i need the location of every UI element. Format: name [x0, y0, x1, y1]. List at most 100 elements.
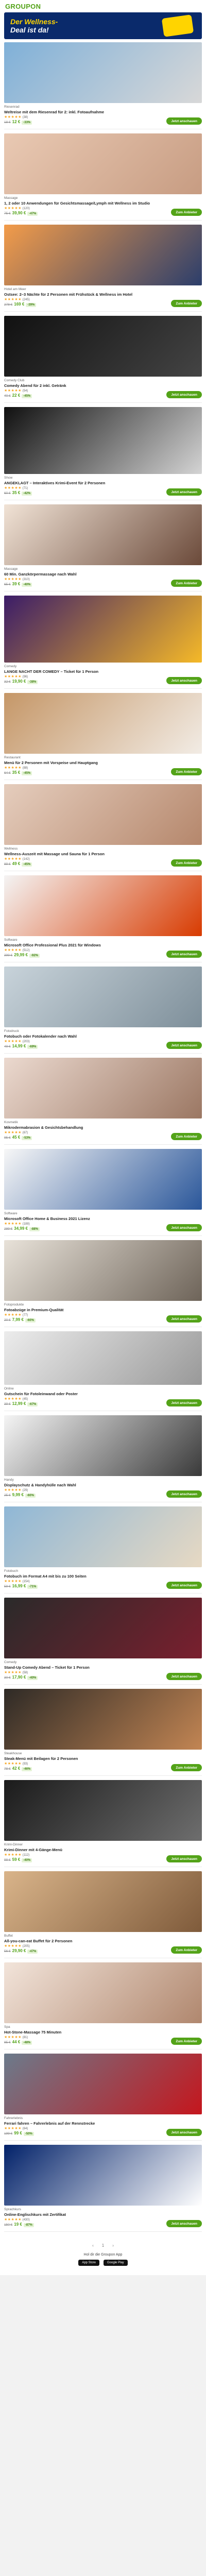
deal-image[interactable] — [4, 407, 202, 474]
deal-cta-button[interactable]: Jetzt anschauen — [166, 677, 202, 684]
deal-image[interactable] — [4, 504, 202, 565]
deal-cta-button[interactable]: Zum Anbieter — [171, 1133, 202, 1140]
deal-cta-button[interactable]: Zum Anbieter — [171, 1764, 202, 1771]
deal-card[interactable]: Software Microsoft Office Professional Pl… — [4, 875, 202, 962]
deal-card[interactable]: Fahrerlebnis Ferrari fahren – Fahrerlebni… — [4, 2054, 202, 2140]
deal-title[interactable]: LANGE NACHT DER COMEDY – Ticket für 1 Pe… — [4, 669, 202, 674]
deal-image[interactable] — [4, 133, 202, 194]
deal-image[interactable] — [4, 1058, 202, 1118]
deal-cta-button[interactable]: Zum Anbieter — [171, 209, 202, 216]
deal-image[interactable] — [4, 596, 202, 663]
deal-image[interactable] — [4, 693, 202, 754]
deal-cta-button[interactable]: Jetzt anschauen — [166, 2220, 202, 2227]
deal-cta-button[interactable]: Jetzt anschauen — [166, 488, 202, 496]
deal-card[interactable]: Riesenrad Weltreise mit dem Riesenrad für… — [4, 42, 202, 129]
deal-card[interactable]: Comedy Club Comedy Abend für 2 inkl. Getr… — [4, 316, 202, 402]
deal-image[interactable] — [4, 1331, 202, 1385]
deal-card[interactable]: Software Microsoft Office Home & Business… — [4, 1149, 202, 1235]
deal-cta-button[interactable]: Jetzt anschauen — [166, 1042, 202, 1049]
deal-image[interactable] — [4, 875, 202, 936]
deal-title[interactable]: Mikrodermabrasion & Gesichtsbehandlung — [4, 1125, 202, 1130]
deal-title[interactable]: Ferrari fahren – Fahrerlebnis auf der Re… — [4, 2121, 202, 2126]
deal-title[interactable]: All-you-can-eat Buffet für 2 Personen — [4, 1939, 202, 1943]
deal-image[interactable] — [4, 1689, 202, 1750]
deal-title[interactable]: ANGEKLAGT – Interaktives Krimi-Event für… — [4, 481, 202, 485]
deal-title[interactable]: Steak-Menü mit Beilagen für 2 Personen — [4, 1756, 202, 1761]
deal-image[interactable] — [4, 784, 202, 845]
deal-cta-button[interactable]: Jetzt anschauen — [166, 2129, 202, 2136]
deal-cta-button[interactable]: Zum Anbieter — [171, 300, 202, 307]
deal-cta-button[interactable]: Zum Anbieter — [171, 1946, 202, 1954]
deal-title[interactable]: Ostsee: 2–3 Nächte für 2 Personen mit Fr… — [4, 292, 202, 297]
deal-card[interactable]: Wellness Wellness-Auszeit mit Massage und… — [4, 784, 202, 871]
deal-card[interactable]: Spa Hot-Stone-Massage 75 Minuten ★★★★★ (81… — [4, 1962, 202, 2049]
deal-card[interactable]: Fotobuch Fotobuch im Format A4 mit bis zu… — [4, 1506, 202, 1593]
deal-card[interactable]: Comedy Stand-Up Comedy Abend – Ticket für… — [4, 1598, 202, 1684]
deal-card[interactable]: Kosmetik Mikrodermabrasion & Gesichtsbeha… — [4, 1058, 202, 1144]
deal-title[interactable]: Fotobuch oder Fotokalender nach Wahl — [4, 1034, 202, 1039]
deal-card[interactable]: Fotoprodukte Fotoabzüge in Premium-Qualit… — [4, 1240, 202, 1327]
deal-cta-button[interactable]: Jetzt anschauen — [166, 1582, 202, 1589]
deal-image[interactable] — [4, 225, 202, 285]
deal-title[interactable]: Stand-Up Comedy Abend – Ticket für 1 Per… — [4, 1665, 202, 1670]
hero-banner[interactable]: Der Wellness- Deal ist da! — [4, 12, 202, 39]
deal-cta-button[interactable]: Jetzt anschauen — [166, 1855, 202, 1862]
deal-card[interactable]: Buffet All-you-can-eat Buffet für 2 Perso… — [4, 1871, 202, 1958]
deal-image[interactable] — [4, 1871, 202, 1932]
deal-card[interactable]: Massage 60 Min. Ganzkörpermassage nach Wa… — [4, 504, 202, 591]
deal-cta-button[interactable]: Jetzt anschauen — [166, 951, 202, 958]
deal-title[interactable]: 1, 2 oder 10 Anwendungen für Gesichtsmas… — [4, 201, 202, 206]
deal-image[interactable] — [4, 1506, 202, 1567]
deal-title[interactable]: Microsoft Office Professional Plus 2021 … — [4, 943, 202, 947]
deal-card[interactable]: Online Gutschein für Fotoleinwand oder Po… — [4, 1331, 202, 1411]
deal-card[interactable]: Hotel am Meer Ostsee: 2–3 Nächte für 2 Pe… — [4, 225, 202, 311]
deal-image[interactable] — [4, 1415, 202, 1476]
deal-cta-button[interactable]: Zum Anbieter — [171, 2038, 202, 2045]
deal-card[interactable]: Handy Displayschutz & Handyhülle nach Wah… — [4, 1415, 202, 1502]
deal-title[interactable]: 60 Min. Ganzkörpermassage nach Wahl — [4, 572, 202, 577]
deal-image[interactable] — [4, 1598, 202, 1658]
deal-card[interactable]: Comedy LANGE NACHT DER COMEDY – Ticket fü… — [4, 596, 202, 688]
deal-title[interactable]: Displayschutz & Handyhülle nach Wahl — [4, 1483, 202, 1487]
deal-image[interactable] — [4, 1240, 202, 1301]
deal-title[interactable]: Krimi-Dinner mit 4-Gänge-Menü — [4, 1848, 202, 1852]
app-store-button[interactable]: App Store — [78, 2260, 99, 2266]
deal-title[interactable]: Microsoft Office Home & Business 2021 Li… — [4, 1216, 202, 1221]
deal-title[interactable]: Fotobuch im Format A4 mit bis zu 100 Sei… — [4, 1574, 202, 1579]
deal-image[interactable] — [4, 2145, 202, 2206]
deal-card[interactable]: Restaurant Menü für 2 Personen mit Vorspe… — [4, 693, 202, 779]
deal-image[interactable] — [4, 42, 202, 103]
deal-title[interactable]: Fotoabzüge in Premium-Qualität — [4, 1308, 202, 1312]
deal-card[interactable]: Show ANGEKLAGT – Interaktives Krimi-Event… — [4, 407, 202, 500]
deal-card[interactable]: Fotodruck Fotobuch oder Fotokalender nach… — [4, 967, 202, 1053]
deal-cta-button[interactable]: Jetzt anschauen — [166, 117, 202, 125]
prev-page-icon[interactable]: ‹ — [92, 2243, 94, 2248]
google-play-button[interactable]: Google Play — [104, 2260, 128, 2266]
deal-title[interactable]: Comedy Abend für 2 inkl. Getränk — [4, 383, 202, 388]
deal-cta-button[interactable]: Jetzt anschauen — [166, 1315, 202, 1323]
deal-cta-button[interactable]: Jetzt anschauen — [166, 1490, 202, 1498]
deal-image[interactable] — [4, 967, 202, 1027]
groupon-logo[interactable]: GROUPON — [5, 3, 41, 10]
deal-title[interactable]: Online-Englischkurs mit Zertifikat — [4, 2212, 202, 2217]
deal-title[interactable]: Wellness-Auszeit mit Massage und Sauna f… — [4, 852, 202, 856]
deal-image[interactable] — [4, 2054, 202, 2114]
deal-image[interactable] — [4, 1149, 202, 1210]
deal-title[interactable]: Menü für 2 Personen mit Vorspeise und Ha… — [4, 760, 202, 765]
deal-card[interactable]: Steakhouse Steak-Menü mit Beilagen für 2 … — [4, 1689, 202, 1775]
deal-image[interactable] — [4, 1962, 202, 2023]
deal-cta-button[interactable]: Jetzt anschauen — [166, 1673, 202, 1680]
deal-cta-button[interactable]: Zum Anbieter — [171, 768, 202, 775]
deal-cta-button[interactable]: Jetzt anschauen — [166, 1399, 202, 1406]
deal-cta-button[interactable]: Jetzt anschauen — [166, 391, 202, 398]
deal-cta-button[interactable]: Zum Anbieter — [171, 859, 202, 867]
deal-card[interactable]: Massage 1, 2 oder 10 Anwendungen für Gesi… — [4, 133, 202, 220]
deal-title[interactable]: Weltreise mit dem Riesenrad für 2: inkl.… — [4, 110, 202, 114]
deal-title[interactable]: Gutschein für Fotoleinwand oder Poster — [4, 1392, 202, 1396]
deal-card[interactable]: Krimi-Dinner Krimi-Dinner mit 4-Gänge-Men… — [4, 1780, 202, 1867]
next-page-icon[interactable]: › — [112, 2243, 114, 2248]
deal-card[interactable]: Sprachkurs Online-Englischkurs mit Zertif… — [4, 2145, 202, 2231]
deal-cta-button[interactable]: Zum Anbieter — [171, 580, 202, 587]
deal-image[interactable] — [4, 1780, 202, 1841]
deal-image[interactable] — [4, 316, 202, 377]
